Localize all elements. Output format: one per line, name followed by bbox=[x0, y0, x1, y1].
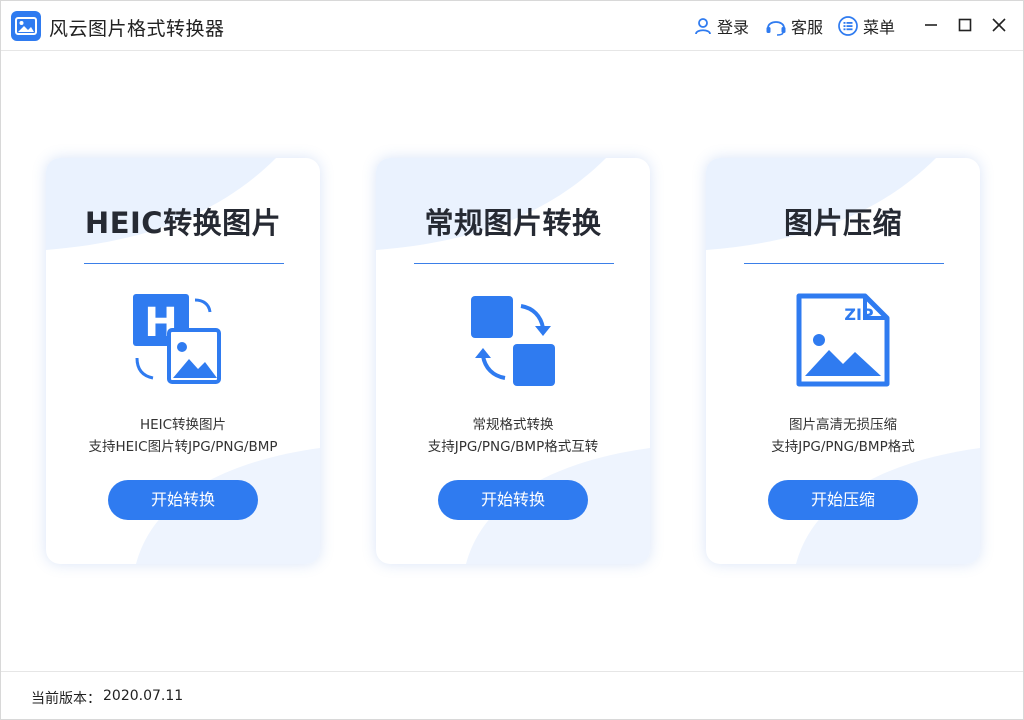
minimize-icon bbox=[925, 24, 937, 26]
menu-button[interactable]: 菜单 bbox=[837, 14, 895, 38]
heic-convert-card: HEIC转换图片 H HEIC转换图片 支持HEIC图片转JPG/PNG/BMP… bbox=[46, 158, 320, 564]
card-desc-line2: 支持HEIC图片转JPG/PNG/BMP bbox=[88, 439, 278, 455]
list-menu-icon bbox=[838, 16, 858, 36]
maximize-icon bbox=[958, 18, 972, 32]
card-divider bbox=[744, 263, 944, 264]
start-compress-button[interactable]: 开始压缩 bbox=[768, 480, 918, 520]
heic-to-image-icon: H bbox=[133, 294, 221, 384]
close-button[interactable] bbox=[987, 13, 1011, 37]
card-desc-line1: 图片高清无损压缩 bbox=[789, 417, 897, 433]
close-icon bbox=[992, 18, 1006, 32]
app-logo-icon bbox=[11, 11, 41, 41]
service-label: 客服 bbox=[791, 18, 824, 37]
headset-icon bbox=[766, 21, 786, 36]
card-desc-line2: 支持JPG/PNG/BMP格式 bbox=[771, 439, 915, 455]
card-divider bbox=[414, 263, 614, 264]
user-icon bbox=[695, 18, 711, 35]
login-label: 登录 bbox=[717, 18, 750, 37]
format-convert-card: 常规图片转换 常规格式转换 支持JPG/PNG/BMP格式互转 开始转换 bbox=[376, 158, 650, 564]
card-divider bbox=[84, 263, 284, 264]
card-desc-line1: 常规格式转换 bbox=[472, 417, 554, 433]
app-title: 风云图片格式转换器 bbox=[49, 18, 225, 40]
zip-image-icon: ZIP bbox=[796, 293, 890, 387]
version-value: 2020.07.11 bbox=[103, 688, 184, 704]
login-button[interactable]: 登录 bbox=[693, 14, 749, 38]
app-window: 风云图片格式转换器 登录 客服 菜单 HEIC转换图片 H HEIC转换图片 支… bbox=[0, 0, 1024, 720]
version-label: 当前版本： bbox=[31, 691, 101, 707]
card-title: 图片压缩 bbox=[783, 206, 902, 240]
minimize-button[interactable] bbox=[919, 13, 943, 37]
service-button[interactable]: 客服 bbox=[765, 14, 823, 38]
card-desc-line2: 支持JPG/PNG/BMP格式互转 bbox=[427, 439, 599, 455]
start-format-convert-button[interactable]: 开始转换 bbox=[438, 480, 588, 520]
maximize-button[interactable] bbox=[953, 13, 977, 37]
card-title: 常规图片转换 bbox=[424, 206, 602, 240]
card-desc-line1: HEIC转换图片 bbox=[139, 417, 227, 433]
image-compress-card: 图片压缩 ZIP 图片高清无损压缩 支持JPG/PNG/BMP格式 开始压缩 bbox=[706, 158, 980, 564]
status-bar: 当前版本： 2020.07.11 bbox=[1, 671, 1023, 720]
zip-label: ZIP bbox=[844, 305, 874, 324]
start-heic-convert-button[interactable]: 开始转换 bbox=[108, 480, 258, 520]
format-convert-icon bbox=[471, 296, 555, 386]
title-bar: 风云图片格式转换器 登录 客服 菜单 bbox=[1, 1, 1023, 51]
menu-label: 菜单 bbox=[863, 18, 896, 37]
card-title: HEIC转换图片 bbox=[84, 206, 282, 240]
